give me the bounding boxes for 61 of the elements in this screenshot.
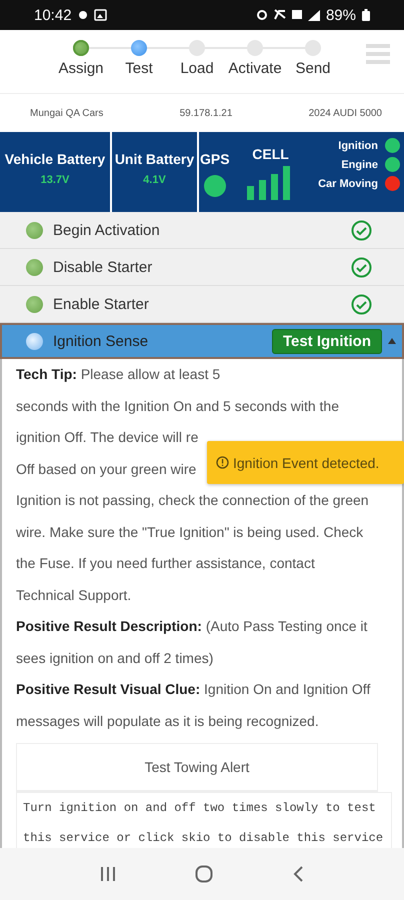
info-text: Mungai QA Cars xyxy=(30,108,104,118)
battery-icon xyxy=(362,9,370,21)
info-text: 2024 AUDI 5000 xyxy=(308,108,382,118)
tile-label: Vehicle Battery xyxy=(4,151,106,167)
test-ignition-button[interactable]: Test Ignition xyxy=(272,328,382,354)
tip-text: the Fuse. If you need further assistance, contact xyxy=(16,554,315,573)
info-text: 59.178.1.21 xyxy=(180,108,232,118)
tip-text: Technical Support. xyxy=(16,586,132,605)
test-row[interactable]: Disable Starter xyxy=(0,249,404,286)
step-label: Send xyxy=(295,60,331,77)
tip-text: Ignition is not passing, check the connection of the green xyxy=(16,491,369,510)
toast-message: Ignition Event detected. xyxy=(233,454,380,470)
cell-label: CELL xyxy=(252,146,289,162)
caret-icon[interactable] xyxy=(388,338,396,344)
check-circle-icon xyxy=(351,220,372,240)
step-label: Test xyxy=(125,60,153,77)
back-icon[interactable] xyxy=(292,866,304,882)
result-description: Positive Result Description: (Auto Pass Testing once it sees ignition on and off 2 times) xyxy=(16,617,368,668)
alert-icon xyxy=(216,456,229,469)
indicator-label: Ignition xyxy=(338,140,378,152)
clock: 10:42 xyxy=(34,6,72,24)
step-dot[interactable] xyxy=(73,40,89,56)
test-name: Enable Starter xyxy=(53,296,149,312)
test-name: Begin Activation xyxy=(53,222,160,238)
indicator-label: Car Moving xyxy=(318,178,378,190)
step-dot[interactable] xyxy=(189,40,205,56)
test-row[interactable]: Begin Activation xyxy=(0,212,404,249)
step-dot[interactable] xyxy=(131,40,147,56)
step-label: Load xyxy=(180,60,214,77)
test-name: Ignition Sense xyxy=(53,332,148,350)
alert-card-title: Test Towing Alert xyxy=(17,744,377,791)
tip-text: ignition Off. The device will re xyxy=(16,428,198,447)
status-dot xyxy=(26,296,43,312)
tip-text: Off based on your green wire xyxy=(16,460,196,479)
step-label: Assign xyxy=(58,60,104,77)
status-dot xyxy=(26,332,43,350)
result-visual-clue: Positive Result Visual Clue: Ignition On and Ignition Off messages will populate as it is being recognized. xyxy=(16,680,372,731)
test-row[interactable]: Ignition Sense Test Ignition xyxy=(0,323,404,359)
status-dot xyxy=(26,258,43,276)
recent-apps-icon[interactable] xyxy=(100,866,116,882)
status-dot xyxy=(26,222,43,238)
step-label: Activate xyxy=(228,60,282,77)
tip-text: Please allow at least 5 xyxy=(80,366,220,382)
gps-label: GPS xyxy=(200,151,230,167)
signal-strength-icon xyxy=(308,10,320,20)
voltage-reading: 13.7V xyxy=(40,174,70,186)
notification-icons xyxy=(78,9,108,21)
test-row[interactable]: Enable Starter xyxy=(0,286,404,323)
battery-percent: 89% xyxy=(326,6,356,24)
step-dot[interactable] xyxy=(305,40,321,56)
voltage-reading: 4.1V xyxy=(143,174,166,186)
test-name: Disable Starter xyxy=(53,258,152,276)
indicator-label: Engine xyxy=(341,158,378,170)
home-icon[interactable] xyxy=(194,865,213,883)
tip-text: wire. Make sure the "True Ignition" is being used. Check xyxy=(16,522,364,542)
tip-text: seconds with the Ignition On and 5 seconds with the xyxy=(16,396,339,416)
check-circle-icon xyxy=(351,256,372,278)
check-circle-icon xyxy=(351,294,372,314)
tile-label: Unit Battery xyxy=(114,151,194,167)
step-dot[interactable] xyxy=(247,40,263,56)
tip-label: Tech Tip: xyxy=(16,366,77,382)
